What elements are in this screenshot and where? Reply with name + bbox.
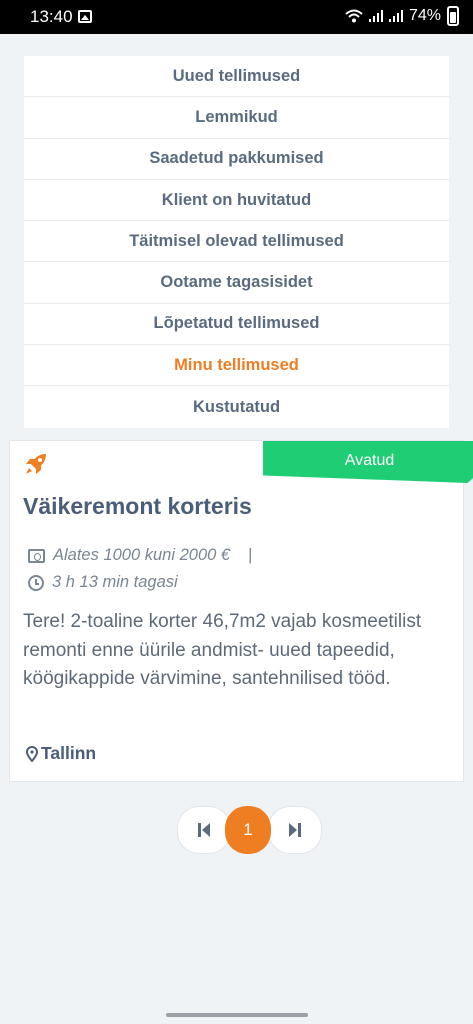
signal-icon	[388, 10, 403, 22]
menu-item-deleted[interactable]: Kustutatud	[24, 386, 449, 427]
menu-item-awaiting-feedback[interactable]: Ootame tagasisidet	[24, 262, 449, 304]
current-page-button[interactable]: 1	[225, 806, 271, 854]
last-page-icon	[289, 823, 301, 837]
menu-item-new-orders[interactable]: Uued tellimused	[24, 56, 449, 98]
status-badge: Avatud	[263, 441, 473, 483]
order-filter-menu: Uued tellimused Lemmikud Saadetud pakkum…	[24, 56, 449, 428]
clock-icon	[28, 574, 44, 591]
battery-level: 74%	[408, 7, 441, 24]
gallery-icon	[78, 10, 92, 23]
status-indicators: 74%	[345, 6, 459, 26]
rocket-icon	[26, 454, 46, 474]
pagination: 1	[177, 806, 324, 854]
status-time: 13:40	[30, 7, 73, 26]
menu-item-completed[interactable]: Lõpetatud tellimused	[24, 304, 449, 346]
menu-item-favorites[interactable]: Lemmikud	[24, 97, 449, 139]
order-card[interactable]: Avatud Väikeremont korteris Alates 1000 …	[9, 440, 473, 782]
first-page-icon	[198, 823, 210, 837]
price-row: Alates 1000 kuni 2000 € |	[28, 546, 252, 565]
order-description: Tere! 2-toaline korter 46,7m2 vajab kosm…	[23, 611, 422, 689]
price-range: Alates 1000 kuni 2000 €	[53, 546, 231, 564]
last-page-button[interactable]	[268, 806, 322, 854]
location-name: Tallinn	[41, 743, 97, 763]
status-bar: 13:40 74%	[0, 0, 473, 34]
map-pin-icon	[26, 745, 38, 762]
home-indicator[interactable]	[166, 1013, 308, 1017]
order-title[interactable]: Väikeremont korteris	[23, 493, 252, 520]
menu-item-client-interested[interactable]: Klient on huvitatud	[24, 180, 449, 222]
meta-separator: |	[248, 546, 253, 564]
menu-item-in-progress[interactable]: Täitmisel olevad tellimused	[24, 221, 449, 263]
menu-item-my-orders[interactable]: Minu tellimused	[24, 345, 449, 387]
location: Tallinn	[26, 743, 96, 764]
posted-time: 3 h 13 min tagasi	[52, 573, 178, 591]
signal-icon	[368, 10, 383, 22]
money-icon	[28, 548, 45, 563]
battery-icon	[447, 6, 459, 26]
first-page-button[interactable]	[177, 806, 231, 854]
wifi-icon	[345, 9, 363, 23]
time-row: 3 h 13 min tagasi	[28, 573, 178, 592]
menu-item-sent-offers[interactable]: Saadetud pakkumised	[24, 139, 449, 180]
